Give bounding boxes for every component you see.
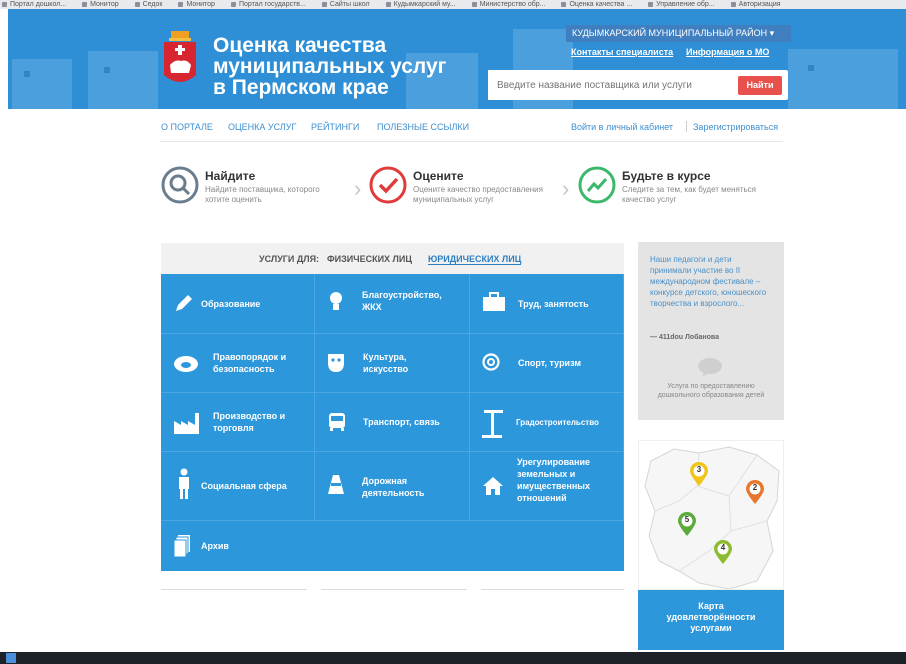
bookmark[interactable]: Кудымкарский му... (384, 0, 456, 9)
bookmark[interactable]: Авторизация (729, 0, 781, 9)
step-desc: Следите за тем, как будет меняться качес… (622, 185, 756, 204)
service-culture[interactable]: Культура, искусство (315, 334, 470, 393)
service-urban-planning[interactable]: Градостроительство (470, 393, 624, 452)
bookmark[interactable]: Монитор (176, 0, 215, 9)
factory-icon (174, 413, 199, 434)
bus-icon (329, 413, 345, 431)
services-panel: УСЛУГИ ДЛЯ: ФИЗИЧЕСКИХ ЛИЦ ЮРИДИЧЕСКИХ Л… (161, 243, 624, 571)
nav-about[interactable]: О ПОРТАЛЕ (161, 122, 213, 132)
map-marker[interactable]: 5 (677, 511, 697, 537)
step-desc: Найдите поставщика, которого хотите оцен… (205, 185, 320, 204)
bookmark[interactable]: Управление обр... (646, 0, 715, 9)
service-production[interactable]: Производство и торговля (161, 393, 315, 452)
chat-bubble-icon (698, 358, 722, 377)
bookmark[interactable]: Седок (133, 0, 162, 9)
region-selector[interactable]: КУДЫМКАРСКИЙ МУНИЦИПАЛЬНЫЙ РАЙОН ▾ (566, 25, 791, 42)
service-labor[interactable]: Труд, занятость (470, 274, 624, 334)
bg-building (12, 59, 72, 109)
theater-mask-icon (328, 354, 344, 372)
map-caption[interactable]: Карта удовлетворённости услугами (638, 590, 784, 650)
sport-icon (482, 353, 500, 371)
crane-icon (482, 410, 503, 438)
bg-building (88, 51, 158, 109)
service-education[interactable]: Образование (161, 274, 315, 334)
service-social[interactable]: Социальная сфера (161, 452, 315, 521)
nav-rate-services[interactable]: ОЦЕНКА УСЛУГ (228, 122, 296, 132)
map-outline (644, 446, 780, 589)
news-service: Услуга по предоставлению дошкольного обр… (657, 383, 765, 399)
bulb-icon (330, 292, 342, 310)
step-title: Найдите (205, 169, 256, 183)
service-land-relations[interactable]: Урегулирование земельных и имущественных… (470, 452, 624, 521)
traffic-cone-icon (328, 475, 344, 494)
chevron-right-icon: › (354, 176, 362, 201)
bookmark[interactable]: Портал государств... (229, 0, 306, 9)
tab-individuals[interactable]: ФИЗИЧЕСКИХ ЛИЦ (327, 254, 412, 264)
bg-building (788, 49, 898, 109)
person-icon (179, 468, 189, 499)
map-marker[interactable]: 4 (713, 539, 733, 565)
house-icon (483, 477, 503, 495)
bookmark[interactable]: Сайты школ (320, 0, 370, 9)
bookmarks-bar: Портал дошкол... Монитор Седок Монитор Порта… (0, 0, 906, 9)
archive-icon (173, 535, 190, 558)
bookmark[interactable]: Портал дошкол... (0, 0, 66, 9)
services-for-label: УСЛУГИ ДЛЯ: (259, 254, 320, 264)
login-link[interactable]: Войти в личный кабинет (571, 122, 673, 132)
check-icon (369, 166, 407, 204)
search-icon (161, 166, 199, 204)
nav-separator (160, 141, 783, 142)
pencil-icon (176, 295, 192, 311)
taskbar (0, 652, 906, 664)
perm-coat-of-arms-icon[interactable] (163, 31, 197, 91)
divider (481, 589, 624, 590)
service-law-enforcement[interactable]: Правопорядок и безопасность (161, 334, 315, 393)
tab-legal-entities[interactable]: ЮРИДИЧЕСКИХ ЛИЦ (428, 254, 522, 265)
site-header: Оценка качества муниципальных услуг в Пе… (8, 9, 906, 109)
bookmark[interactable]: Монитор (80, 0, 119, 9)
map-marker[interactable]: 2 (745, 479, 765, 505)
mo-info-link[interactable]: Информация о МО (686, 47, 769, 57)
trend-up-icon (578, 166, 616, 204)
step-title: Оцените (413, 169, 464, 183)
bookmark[interactable]: Министерство обр... (470, 0, 545, 9)
satisfaction-map[interactable]: 3 2 5 4 (638, 440, 784, 590)
contacts-link[interactable]: Контакты специалиста (571, 47, 673, 57)
service-sport[interactable]: Спорт, туризм (470, 334, 624, 393)
service-transport[interactable]: Транспорт, связь (315, 393, 470, 452)
search-input[interactable] (488, 70, 718, 100)
register-link[interactable]: Зарегистрироваться (693, 122, 778, 132)
step-desc: Оцените качество предоставления муниципа… (413, 185, 543, 204)
search-button[interactable]: Найти (738, 76, 782, 95)
search-box: Найти (488, 70, 788, 100)
bookmark[interactable]: Оценка качества ... (559, 0, 632, 9)
nav-useful-links[interactable]: ПОЛЕЗНЫЕ ССЫЛКИ (377, 122, 469, 132)
site-title[interactable]: Оценка качества муниципальных услуг в Пе… (213, 35, 446, 98)
service-road[interactable]: Дорожная деятельность (315, 452, 470, 521)
nav-ratings[interactable]: РЕЙТИНГИ (311, 122, 359, 132)
nav-divider (686, 121, 687, 132)
news-text[interactable]: Наши педагоги и дети принимали участие в… (650, 254, 770, 309)
step-title: Будьте в курсе (622, 169, 711, 183)
news-card[interactable]: Наши педагоги и дети принимали участие в… (638, 242, 784, 420)
service-archive[interactable]: Архив (161, 521, 624, 571)
news-author: — 411dou Лобанова (650, 334, 720, 341)
police-cap-icon (174, 356, 198, 372)
briefcase-icon (483, 292, 505, 311)
map-marker[interactable]: 3 (689, 461, 709, 487)
start-button-icon[interactable] (6, 653, 16, 663)
chevron-right-icon: › (562, 176, 570, 201)
divider (161, 589, 307, 590)
services-tabs: УСЛУГИ ДЛЯ: ФИЗИЧЕСКИХ ЛИЦ ЮРИДИЧЕСКИХ Л… (161, 243, 624, 274)
service-housing[interactable]: Благоустройство, ЖКХ (315, 274, 470, 334)
divider (321, 589, 467, 590)
